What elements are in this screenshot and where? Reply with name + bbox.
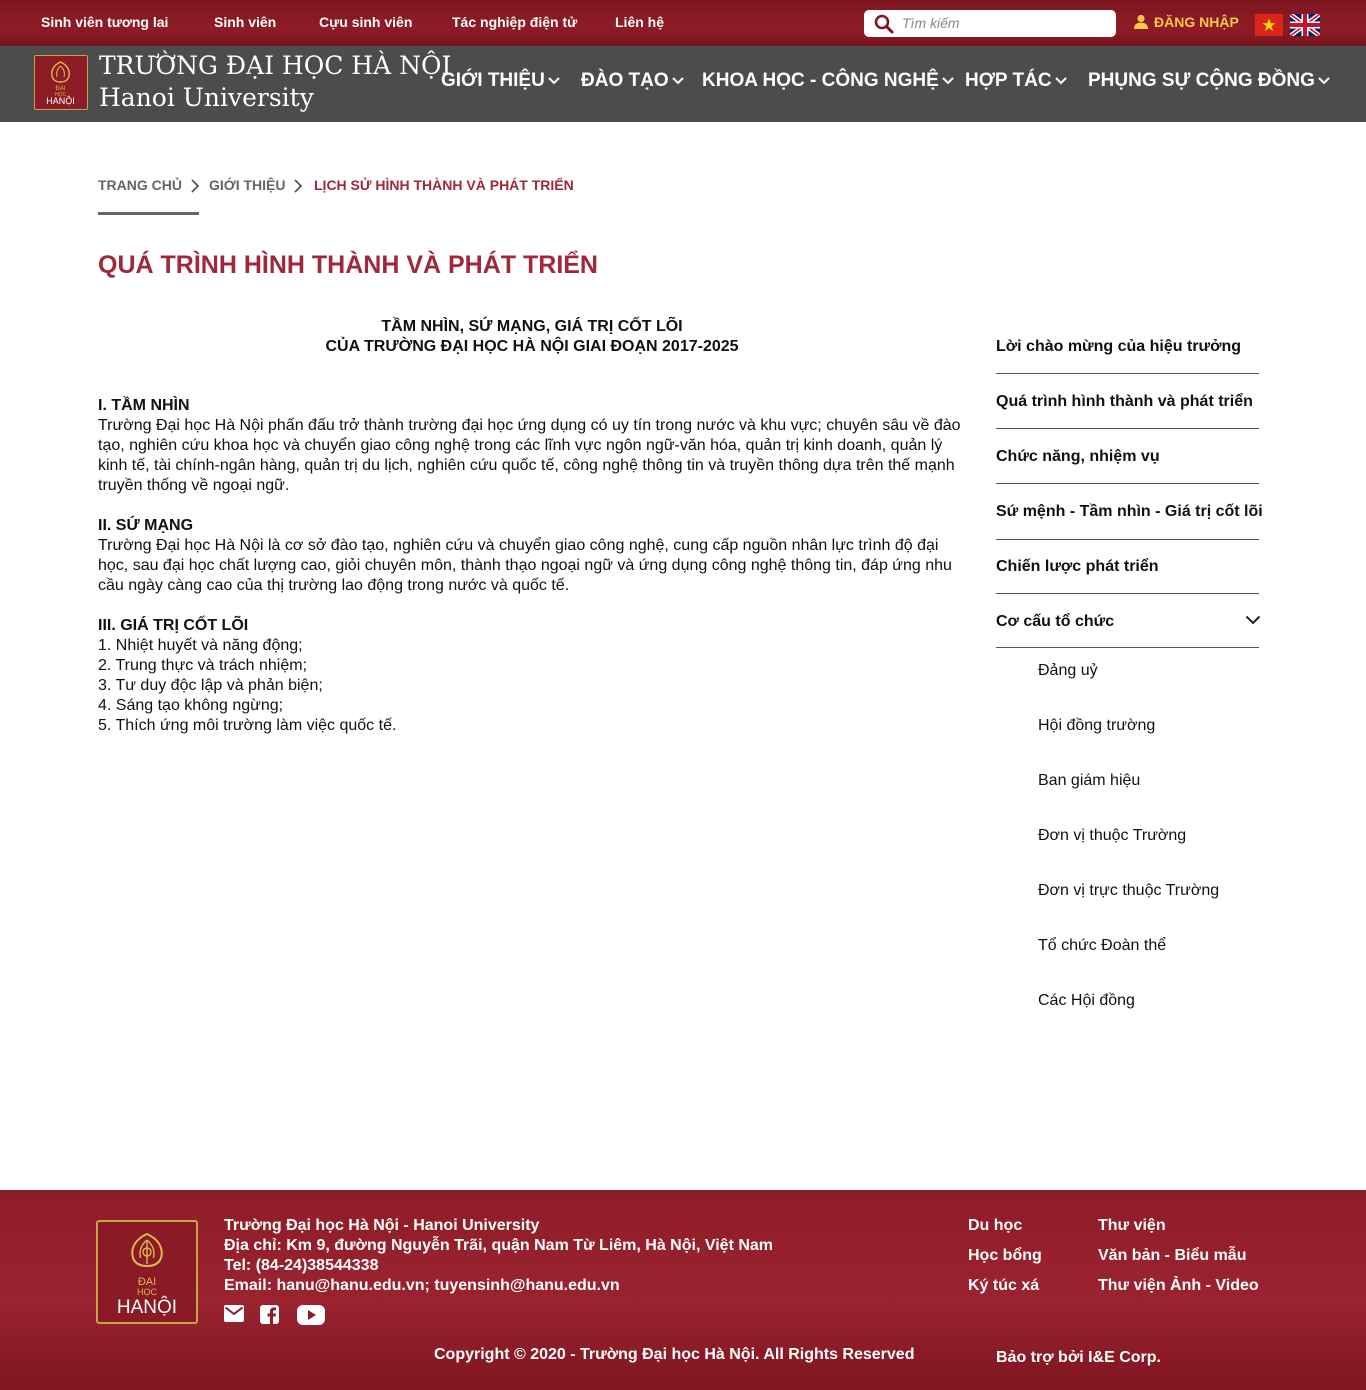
copyright-text: Copyright © 2020 - Trường Đại học Hà Nội…: [434, 1346, 915, 1363]
university-logo-icon[interactable]: ĐẠI HỌC HANỘI: [34, 55, 88, 110]
brand-name-vietnamese[interactable]: TRƯỜNG ĐẠI HỌC HÀ NỘI: [99, 51, 451, 80]
search-input[interactable]: [902, 13, 1107, 33]
nav-item-cooperation[interactable]: HỢP TÁC: [965, 70, 1067, 92]
vision-heading: I. TẦM NHÌN: [98, 397, 190, 414]
core-values-heading: III. GIÁ TRỊ CỐT LÕI: [98, 617, 249, 634]
footer-link-photo-video-library[interactable]: Thư viện Ảnh - Video: [1098, 1277, 1259, 1295]
toplink-students[interactable]: Sinh viên: [214, 14, 276, 30]
youtube-icon[interactable]: [297, 1305, 325, 1325]
toplink-contact[interactable]: Liên hệ: [615, 14, 664, 30]
brand-name-english[interactable]: Hanoi University: [99, 83, 314, 112]
sidebar-subitem-board-of-rectors[interactable]: Ban giám hiệu: [1038, 772, 1140, 790]
main-navigation: ĐẠI HỌC HANỘI TRƯỜNG ĐẠI HỌC HÀ NỘI Hano…: [0, 46, 1366, 122]
footer-phone: Tel: (84-24)38544338: [224, 1257, 379, 1274]
page-title: QUÁ TRÌNH HÌNH THÀNH VÀ PHÁT TRIỂN: [98, 251, 598, 279]
footer-link-study-abroad[interactable]: Du học: [968, 1217, 1022, 1235]
breadcrumb-current: LỊCH SỬ HÌNH THÀNH VÀ PHÁT TRIỂN: [314, 177, 574, 193]
footer-link-scholarships[interactable]: Học bổng: [968, 1247, 1042, 1265]
mail-icon[interactable]: [224, 1305, 244, 1322]
footer-university-name: Trường Đại học Hà Nội - Hanoi University: [224, 1217, 540, 1234]
footer-email: Email: hanu@hanu.edu.vn; tuyensinh@hanu.…: [224, 1277, 620, 1294]
mission-paragraph: Trường Đại học Hà Nội là cơ sở đào tạo, …: [98, 537, 952, 594]
top-bar: Sinh viên tương lai Sinh viên Cựu sinh v…: [0, 0, 1366, 46]
toplink-e-services[interactable]: Tác nghiệp điện tử: [452, 14, 577, 30]
breadcrumb-home[interactable]: TRANG CHỦ: [98, 177, 182, 193]
sidebar-subitem-unions[interactable]: Tổ chức Đoàn thể: [1038, 937, 1166, 955]
footer-link-dormitory[interactable]: Ký túc xá: [968, 1277, 1039, 1295]
article-heading-line2: CỦA TRƯỜNG ĐẠI HỌC HÀ NỘI GIAI ĐOẠN 2017…: [325, 338, 739, 355]
footer-link-documents-forms[interactable]: Văn bản - Biểu mẫu: [1098, 1247, 1246, 1265]
chevron-down-icon: [1318, 77, 1330, 85]
user-icon: [1134, 14, 1148, 29]
university-logo-icon[interactable]: ĐẠI HỌC HANỘI: [96, 1220, 198, 1324]
toplink-future-students[interactable]: Sinh viên tương lai: [41, 14, 168, 30]
chevron-down-icon: [942, 77, 954, 85]
chevron-down-icon: [1054, 77, 1067, 85]
login-label: ĐĂNG NHẬP: [1154, 14, 1239, 30]
sidebar-item-strategy[interactable]: Chiến lược phát triển: [996, 558, 1259, 576]
facebook-icon[interactable]: [260, 1305, 279, 1324]
chevron-right-icon: [191, 179, 200, 193]
sidebar-subitem-party-committee[interactable]: Đảng uỷ: [1038, 662, 1098, 680]
sidebar-divider: [996, 373, 1259, 374]
footer-address: Địa chỉ: Km 9, đường Nguyễn Trãi, quận N…: [224, 1237, 774, 1254]
search-icon[interactable]: [874, 14, 894, 34]
chevron-down-icon[interactable]: [1245, 615, 1261, 626]
vision-paragraph: Trường Đại học Hà Nội phấn đấu trở thành…: [98, 417, 961, 494]
chevron-right-icon: [294, 179, 303, 193]
sidebar-divider: [996, 593, 1259, 594]
core-value-item: 5. Thích ứng môi trường làm việc quốc tế…: [98, 717, 397, 734]
vietnam-flag-icon[interactable]: [1255, 14, 1283, 36]
sidebar-divider: [996, 539, 1259, 540]
svg-text:HANỘI: HANỘI: [117, 1296, 177, 1318]
svg-text:HỌC: HỌC: [137, 1287, 158, 1297]
sponsor-link[interactable]: Bảo trợ bởi I&E Corp.: [996, 1349, 1161, 1367]
breadcrumb-introduction[interactable]: GIỚI THIỆU: [209, 177, 286, 193]
article-heading-line1: TẦM NHÌN, SỨ MẠNG, GIÁ TRỊ CỐT LÕI: [381, 318, 683, 335]
chevron-down-icon: [671, 77, 684, 85]
sidebar-item-mission-vision[interactable]: Sứ mệnh - Tầm nhìn - Giá trị cốt lõi: [996, 503, 1263, 521]
sidebar-divider: [996, 647, 1259, 648]
sidebar-subitem-units[interactable]: Đơn vị thuộc Trường: [1038, 827, 1186, 845]
nav-item-training[interactable]: ĐÀO TẠO: [581, 70, 684, 92]
search-box: [864, 10, 1116, 37]
mission-heading: II. SỨ MẠNG: [98, 517, 194, 534]
chevron-down-icon: [548, 77, 560, 85]
svg-text:HANỘI: HANỘI: [46, 96, 75, 106]
sidebar-divider: [996, 483, 1259, 484]
login-link[interactable]: ĐĂNG NHẬP: [1133, 14, 1239, 30]
core-value-item: 1. Nhiệt huyết và năng động;: [98, 637, 303, 654]
nav-item-community-service[interactable]: PHỤNG SỰ CỘNG ĐỒNG: [1088, 70, 1330, 92]
nav-item-introduction[interactable]: GIỚI THIỆU: [441, 70, 560, 92]
core-value-item: 2. Trung thực và trách nhiệm;: [98, 657, 308, 674]
sidebar-subitem-councils[interactable]: Các Hội đồng: [1038, 992, 1135, 1010]
nav-item-science-technology[interactable]: KHOA HỌC - CÔNG NGHỆ: [702, 70, 954, 92]
footer: ĐẠI HỌC HANỘI Trường Đại học Hà Nội - Ha…: [0, 1190, 1366, 1390]
toplink-alumni[interactable]: Cựu sinh viên: [319, 14, 412, 30]
sidebar-item-functions[interactable]: Chức năng, nhiệm vụ: [996, 448, 1259, 466]
sidebar-subitem-affiliated-units[interactable]: Đơn vị trực thuộc Trường: [1038, 882, 1219, 900]
sidebar-item-organization[interactable]: Cơ cấu tổ chức: [996, 613, 1259, 631]
sidebar-subitem-university-council[interactable]: Hội đồng trường: [1038, 717, 1155, 735]
sidebar-item-history[interactable]: Quá trình hình thành và phát triển: [996, 393, 1259, 411]
uk-flag-icon[interactable]: [1290, 14, 1320, 36]
core-value-item: 4. Sáng tạo không ngừng;: [98, 697, 284, 714]
core-value-item: 3. Tư duy độc lập và phản biện;: [98, 677, 323, 694]
breadcrumb-underline: [98, 212, 199, 215]
sidebar-divider: [996, 428, 1259, 429]
sidebar-item-welcome[interactable]: Lời chào mừng của hiệu trưởng: [996, 338, 1259, 356]
footer-link-library[interactable]: Thư viện: [1098, 1217, 1166, 1235]
